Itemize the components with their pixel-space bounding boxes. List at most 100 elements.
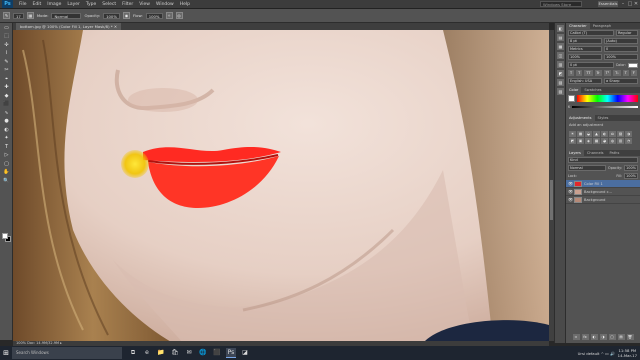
layers-footer-icon-3[interactable]: ◑ — [599, 334, 607, 340]
taskbar-app-icon-7[interactable]: Ps — [226, 348, 236, 358]
tab-color[interactable]: Color — [566, 87, 582, 93]
layers-footer-icon-4[interactable]: ▢ — [608, 334, 616, 340]
type-style-button-0[interactable]: T — [568, 70, 575, 76]
opacity-field[interactable]: 100% — [103, 12, 120, 19]
font-size-field[interactable]: 8 pt — [568, 38, 602, 44]
crop-icon[interactable]: ⌇ — [2, 50, 11, 57]
leading-field[interactable]: (Auto) — [604, 38, 638, 44]
menu-item-layer[interactable]: Layer — [64, 2, 83, 7]
windows-start-icon[interactable]: ⊞ — [0, 346, 12, 360]
gradient-icon[interactable]: ● — [2, 118, 11, 125]
menu-item-view[interactable]: View — [136, 2, 153, 7]
type-style-button-1[interactable]: T — [576, 70, 583, 76]
layers-footer-icon-1[interactable]: fx — [581, 334, 589, 340]
eye-icon[interactable]: 👁 — [568, 189, 573, 194]
panel-strip-icon-0[interactable]: ◧ — [557, 25, 564, 32]
type-style-button-2[interactable]: TT — [584, 70, 593, 76]
panel-strip-icon-4[interactable]: ▥ — [557, 61, 564, 68]
layer-row[interactable]: 👁 Color Fill 1 — [566, 180, 640, 188]
brush-size-field[interactable]: 17 — [13, 12, 24, 19]
menu-item-type[interactable]: Type — [83, 2, 99, 7]
adjustment-icon-10[interactable]: ◈ — [585, 138, 592, 144]
close-tab-icon[interactable]: ✕ — [114, 24, 117, 29]
panel-strip-icon-7[interactable]: ▨ — [557, 88, 564, 95]
slice-icon[interactable]: ✂ — [2, 67, 11, 74]
adjustment-icon-13[interactable]: ◍ — [609, 138, 616, 144]
brush-panel-toggle-icon[interactable]: ▦ — [26, 12, 34, 19]
pressure-opacity-icon[interactable]: ◉ — [122, 12, 130, 19]
clock[interactable]: 11:58 PM 14-Mar-17 — [618, 348, 637, 358]
adjustment-icon-12[interactable]: ◕ — [601, 138, 608, 144]
tracking-field[interactable]: 0 — [604, 46, 638, 52]
layers-footer-icon-6[interactable]: 🗑 — [626, 334, 634, 340]
document-canvas[interactable] — [13, 30, 549, 343]
adjustment-icon-6[interactable]: ▨ — [617, 131, 624, 137]
adjustment-icon-4[interactable]: ◐ — [601, 131, 608, 137]
tab-channels[interactable]: Channels — [584, 150, 607, 156]
menu-item-file[interactable]: File — [16, 2, 30, 7]
taskbar-app-icon-6[interactable]: ⬛ — [212, 348, 222, 358]
pen-icon[interactable]: ✦ — [2, 135, 11, 142]
fill-field[interactable]: 100% — [623, 173, 638, 179]
tab-adjustments[interactable]: Adjustments — [566, 115, 595, 121]
menu-item-edit[interactable]: Edit — [30, 2, 45, 7]
menu-item-filter[interactable]: Filter — [119, 2, 136, 7]
marquee-icon[interactable]: ▭ — [2, 25, 11, 32]
antialias-select[interactable]: a Sharp — [604, 78, 638, 84]
menu-item-select[interactable]: Select — [99, 2, 119, 7]
healing-icon[interactable]: ⌖ — [2, 76, 11, 83]
tab-character[interactable]: Character — [566, 23, 590, 29]
font-style-select[interactable]: Regular — [616, 30, 638, 36]
tab-styles[interactable]: Styles — [595, 115, 612, 121]
path-select-icon[interactable]: ▷ — [2, 152, 11, 159]
layers-footer-icon-2[interactable]: ◐ — [590, 334, 598, 340]
menu-item-image[interactable]: Image — [44, 2, 64, 7]
tab-paths[interactable]: Paths — [607, 150, 623, 156]
adjustment-icon-5[interactable]: ⚖ — [609, 131, 616, 137]
airbrush-icon[interactable]: ✧ — [165, 12, 173, 19]
adjustment-icon-9[interactable]: ▣ — [577, 138, 584, 144]
panel-strip-icon-6[interactable]: ▧ — [557, 79, 564, 86]
kerning-field[interactable]: Metrics — [568, 46, 602, 52]
menu-item-help[interactable]: Help — [177, 2, 193, 7]
brush-preset-icon[interactable]: ✎ — [3, 12, 10, 19]
zoom-icon[interactable]: 🔍 — [2, 178, 11, 185]
type-style-button-7[interactable]: Ŧ — [630, 70, 637, 76]
hand-icon[interactable]: ✋ — [2, 169, 11, 176]
layers-footer-icon-0[interactable]: ∞ — [572, 334, 580, 340]
type-style-button-3[interactable]: Tr — [594, 70, 602, 76]
color-swatches[interactable] — [2, 233, 11, 242]
type-style-button-6[interactable]: T — [622, 70, 629, 76]
taskbar-app-icon-8[interactable]: ◪ — [240, 348, 250, 358]
layer-filter-select[interactable]: Kind — [568, 157, 638, 163]
type-icon[interactable]: T — [2, 144, 11, 151]
move-icon[interactable]: ✣ — [2, 42, 11, 49]
adjustment-icon-14[interactable]: ▥ — [617, 138, 624, 144]
close-window-button[interactable]: ✕ — [633, 0, 639, 8]
adjustment-icon-7[interactable]: ◑ — [625, 131, 632, 137]
tab-swatches[interactable]: Swatches — [581, 87, 604, 93]
eyedropper-icon[interactable]: ✎ — [2, 59, 11, 66]
shape-icon[interactable]: ▢ — [2, 161, 11, 168]
adjustment-icon-2[interactable]: ◒ — [585, 131, 592, 137]
adjustment-icon-8[interactable]: ◩ — [569, 138, 576, 144]
font-family-select[interactable]: Calibri (T) — [568, 30, 614, 36]
horizontal-scale-field[interactable]: 100% — [604, 54, 638, 60]
taskbar-app-icon-1[interactable]: e — [142, 348, 152, 358]
color-panel-swatch[interactable] — [568, 95, 575, 102]
history-brush-icon[interactable]: ⬛ — [2, 101, 11, 108]
panel-strip-icon-1[interactable]: ▤ — [557, 34, 564, 41]
pressure-size-icon[interactable]: ◎ — [175, 12, 183, 19]
color-channel-slider[interactable] — [572, 105, 638, 108]
panel-strip-icon-3[interactable]: ◫ — [557, 52, 564, 59]
eraser-icon[interactable]: ∿ — [2, 110, 11, 117]
taskbar-app-icon-3[interactable]: 🛍 — [170, 348, 180, 358]
menu-item-window[interactable]: Window — [153, 2, 177, 7]
foreground-color-swatch[interactable] — [2, 233, 8, 239]
adjustment-icon-3[interactable]: ▲ — [593, 131, 600, 137]
workspace-select[interactable]: Essentials — [598, 1, 618, 7]
taskbar-search[interactable]: Search Windows — [12, 347, 122, 359]
taskbar-app-icon-2[interactable]: 📁 — [156, 348, 166, 358]
type-style-button-5[interactable]: T₁ — [613, 70, 621, 76]
layer-row[interactable]: 👁 Background c... — [566, 188, 640, 196]
